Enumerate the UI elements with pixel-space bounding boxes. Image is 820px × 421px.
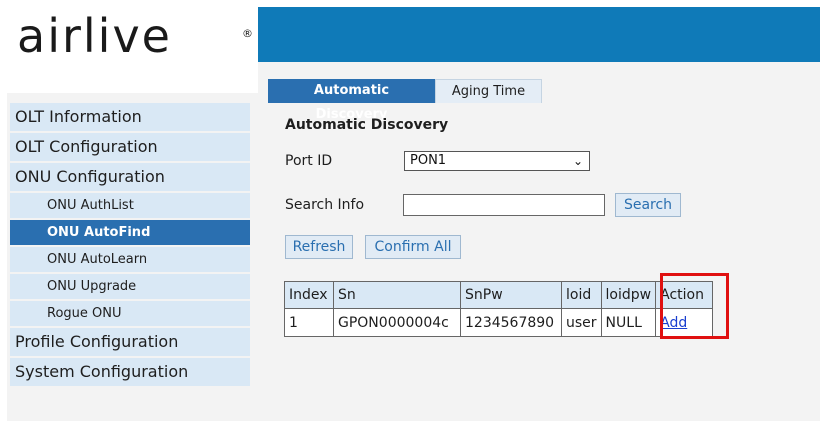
sidebar-item-onu-configuration[interactable]: ONU Configuration bbox=[10, 163, 250, 191]
search-info-input[interactable] bbox=[403, 194, 605, 216]
add-link[interactable]: Add bbox=[660, 315, 687, 331]
column-header-index: Index bbox=[284, 281, 334, 309]
sidebar-item-onu-autolearn[interactable]: ONU AutoLearn bbox=[10, 247, 250, 272]
tab-bar: Automatic Discovery Aging Time bbox=[268, 79, 542, 122]
column-header-loidpw: loidpw bbox=[600, 281, 657, 309]
header-bar bbox=[258, 7, 820, 62]
cell-index: 1 bbox=[284, 308, 334, 337]
column-header-snpw: SnPw bbox=[460, 281, 562, 309]
logo-text: airlive bbox=[17, 9, 172, 63]
tab-automatic-discovery[interactable]: Automatic Discovery bbox=[268, 79, 435, 122]
registered-mark: ® bbox=[242, 27, 253, 40]
cell-loidpw: NULL bbox=[600, 308, 657, 337]
sidebar-item-olt-information[interactable]: OLT Information bbox=[10, 103, 250, 131]
cell-action: Add bbox=[655, 308, 714, 337]
autofind-table: Index Sn SnPw loid loidpw Action 1 GPON0… bbox=[284, 281, 714, 337]
column-header-action: Action bbox=[655, 281, 714, 309]
tab-aging-time[interactable]: Aging Time bbox=[435, 79, 542, 103]
port-id-value: PON1 bbox=[410, 153, 447, 168]
table-row: 1 GPON0000004c 1234567890 user NULL Add bbox=[284, 308, 714, 337]
sidebar-item-rogue-onu[interactable]: Rogue ONU bbox=[10, 301, 250, 326]
port-id-select[interactable]: PON1 ⌄ bbox=[404, 151, 590, 171]
port-id-label: Port ID bbox=[285, 153, 333, 169]
column-header-loid: loid bbox=[561, 281, 602, 309]
sidebar-item-onu-authlist[interactable]: ONU AuthList bbox=[10, 193, 250, 218]
section-title: Automatic Discovery bbox=[285, 117, 449, 133]
sidebar: OLT Information OLT Configuration ONU Co… bbox=[10, 103, 250, 388]
sidebar-item-system-configuration[interactable]: System Configuration bbox=[10, 358, 250, 386]
cell-snpw: 1234567890 bbox=[460, 308, 562, 337]
sidebar-item-profile-configuration[interactable]: Profile Configuration bbox=[10, 328, 250, 356]
cell-loid: user bbox=[561, 308, 602, 337]
logo: airlive ® bbox=[7, 7, 258, 93]
search-button[interactable]: Search bbox=[615, 193, 681, 217]
sidebar-item-onu-autofind[interactable]: ONU AutoFind bbox=[10, 220, 250, 245]
refresh-button[interactable]: Refresh bbox=[285, 235, 353, 259]
column-header-sn: Sn bbox=[333, 281, 461, 309]
table-header-row: Index Sn SnPw loid loidpw Action bbox=[284, 281, 714, 309]
sidebar-item-olt-configuration[interactable]: OLT Configuration bbox=[10, 133, 250, 161]
confirm-all-button[interactable]: Confirm All bbox=[365, 235, 461, 259]
chevron-down-icon: ⌄ bbox=[572, 154, 583, 168]
sidebar-item-onu-upgrade[interactable]: ONU Upgrade bbox=[10, 274, 250, 299]
search-info-label: Search Info bbox=[285, 197, 365, 213]
cell-sn: GPON0000004c bbox=[333, 308, 461, 337]
